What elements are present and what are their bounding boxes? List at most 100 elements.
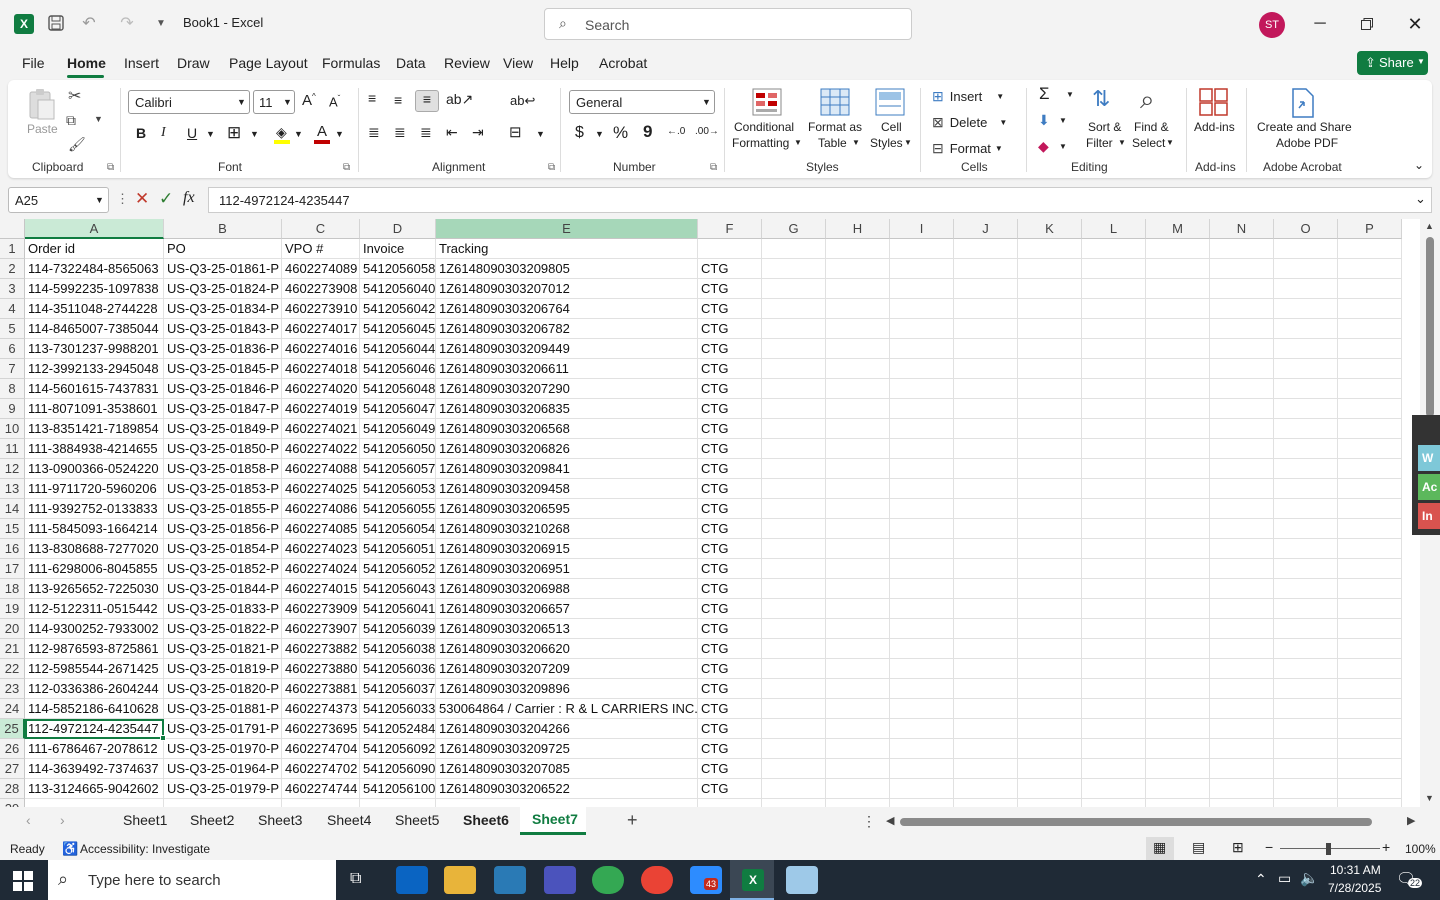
cell-a14[interactable]: 111-9392752-0133833 — [25, 499, 164, 519]
cell-l18[interactable] — [1082, 579, 1146, 599]
cell-k1[interactable] — [1018, 239, 1082, 259]
cell-k26[interactable] — [1018, 739, 1082, 759]
sheet-tab-3[interactable]: Sheet3 — [258, 812, 302, 828]
align-left-icon[interactable]: ≣ — [368, 124, 380, 141]
fill-down-icon[interactable]: ⬇ — [1038, 112, 1050, 129]
cell-h16[interactable] — [826, 539, 890, 559]
cancel-icon[interactable]: ✕ — [135, 189, 149, 209]
cell-o19[interactable] — [1274, 599, 1338, 619]
sheet-tab-1[interactable]: Sheet1 — [123, 812, 167, 828]
cell-j28[interactable] — [954, 779, 1018, 799]
column-header-i[interactable]: I — [890, 219, 954, 239]
cell-d15[interactable]: 5412056054 — [360, 519, 436, 539]
cell-e27[interactable]: 1Z6148090303207085 — [436, 759, 698, 779]
cell-m3[interactable] — [1146, 279, 1210, 299]
enter-icon[interactable]: ✓ — [159, 189, 173, 209]
cell-n25[interactable] — [1210, 719, 1274, 739]
currency-dropdown-icon[interactable]: ▼ — [595, 129, 604, 139]
cell-b10[interactable]: US-Q3-25-01849-P — [164, 419, 282, 439]
cell-c21[interactable]: 4602273882 — [282, 639, 360, 659]
cell-f6[interactable]: CTG — [698, 339, 762, 359]
tab-insert[interactable]: Insert — [124, 55, 159, 71]
zoom-level[interactable]: 100% — [1405, 842, 1436, 856]
cell-g5[interactable] — [762, 319, 826, 339]
cell-p18[interactable] — [1338, 579, 1402, 599]
autosum-dropdown-icon[interactable]: ▼ — [1066, 90, 1074, 99]
cell-e29[interactable] — [436, 799, 698, 807]
cell-p1[interactable] — [1338, 239, 1402, 259]
cell-f22[interactable]: CTG — [698, 659, 762, 679]
cell-b16[interactable]: US-Q3-25-01854-P — [164, 539, 282, 559]
increase-decimal-icon[interactable]: ←.0 — [667, 126, 685, 137]
cell-i2[interactable] — [890, 259, 954, 279]
row-header[interactable]: 19 — [0, 599, 25, 619]
accessibility-status[interactable]: Accessibility: Investigate — [80, 842, 210, 856]
cell-p24[interactable] — [1338, 699, 1402, 719]
cell-h3[interactable] — [826, 279, 890, 299]
cell-p22[interactable] — [1338, 659, 1402, 679]
align-top-icon[interactable]: ≡ — [368, 90, 376, 106]
cell-k5[interactable] — [1018, 319, 1082, 339]
format-as-table-button[interactable]: Format as Table ▼ — [806, 86, 864, 156]
cell-d4[interactable]: 5412056042 — [360, 299, 436, 319]
cell-k23[interactable] — [1018, 679, 1082, 699]
cell-i8[interactable] — [890, 379, 954, 399]
comma-button[interactable]: 9 — [643, 122, 652, 142]
cell-b8[interactable]: US-Q3-25-01846-P — [164, 379, 282, 399]
cell-e23[interactable]: 1Z6148090303209896 — [436, 679, 698, 699]
cell-p7[interactable] — [1338, 359, 1402, 379]
cell-i6[interactable] — [890, 339, 954, 359]
cell-g26[interactable] — [762, 739, 826, 759]
cell-n19[interactable] — [1210, 599, 1274, 619]
cell-o18[interactable] — [1274, 579, 1338, 599]
cell-j24[interactable] — [954, 699, 1018, 719]
cell-i12[interactable] — [890, 459, 954, 479]
cell-h25[interactable] — [826, 719, 890, 739]
cell-c9[interactable]: 4602274019 — [282, 399, 360, 419]
cell-n27[interactable] — [1210, 759, 1274, 779]
cell-b2[interactable]: US-Q3-25-01861-P — [164, 259, 282, 279]
cell-f29[interactable] — [698, 799, 762, 807]
cell-j5[interactable] — [954, 319, 1018, 339]
cell-d28[interactable]: 5412056100 — [360, 779, 436, 799]
cell-b29[interactable] — [164, 799, 282, 807]
cell-o28[interactable] — [1274, 779, 1338, 799]
column-header-j[interactable]: J — [954, 219, 1018, 239]
cell-n4[interactable] — [1210, 299, 1274, 319]
column-header-f[interactable]: F — [698, 219, 762, 239]
cell-m25[interactable] — [1146, 719, 1210, 739]
delete-cells-button[interactable]: ⊠ Delete ▼ — [932, 112, 1007, 132]
row-header[interactable]: 17 — [0, 559, 25, 579]
cell-j21[interactable] — [954, 639, 1018, 659]
row-header[interactable]: 1 — [0, 239, 25, 259]
cell-p25[interactable] — [1338, 719, 1402, 739]
undo-icon[interactable]: ↶ — [74, 13, 104, 33]
cell-l12[interactable] — [1082, 459, 1146, 479]
cell-a12[interactable]: 113-0900366-0524220 — [25, 459, 164, 479]
cell-g29[interactable] — [762, 799, 826, 807]
cell-c24[interactable]: 4602274373 — [282, 699, 360, 719]
cell-a11[interactable]: 111-3884938-4214655 — [25, 439, 164, 459]
cell-i5[interactable] — [890, 319, 954, 339]
cell-m2[interactable] — [1146, 259, 1210, 279]
cell-b15[interactable]: US-Q3-25-01856-P — [164, 519, 282, 539]
row-header[interactable]: 2 — [0, 259, 25, 279]
cell-a6[interactable]: 113-7301237-9988201 — [25, 339, 164, 359]
scroll-right-icon[interactable]: ▶ — [1407, 814, 1415, 827]
cell-n28[interactable] — [1210, 779, 1274, 799]
cell-p11[interactable] — [1338, 439, 1402, 459]
cell-g4[interactable] — [762, 299, 826, 319]
cell-b23[interactable]: US-Q3-25-01820-P — [164, 679, 282, 699]
file-explorer-icon[interactable] — [444, 866, 476, 894]
cell-i17[interactable] — [890, 559, 954, 579]
cell-a3[interactable]: 114-5992235-1097838 — [25, 279, 164, 299]
cell-i7[interactable] — [890, 359, 954, 379]
cell-g18[interactable] — [762, 579, 826, 599]
decrease-decimal-icon[interactable]: .00→ — [695, 126, 719, 137]
cell-l10[interactable] — [1082, 419, 1146, 439]
cell-m22[interactable] — [1146, 659, 1210, 679]
cell-k13[interactable] — [1018, 479, 1082, 499]
scroll-down-icon[interactable]: ▼ — [1425, 793, 1434, 803]
cell-p2[interactable] — [1338, 259, 1402, 279]
cell-e21[interactable]: 1Z6148090303206620 — [436, 639, 698, 659]
